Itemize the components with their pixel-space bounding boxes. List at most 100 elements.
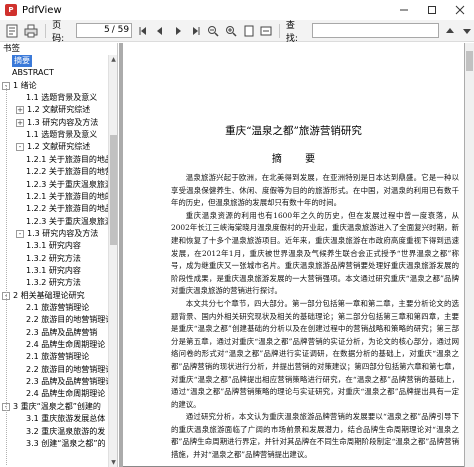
bookmark-item[interactable]: 1.2.2 关于旅游目的地品牌 (0, 203, 108, 215)
bookmark-item[interactable]: 1.2.1 关于旅游目的地的 (0, 191, 108, 203)
pdf-page: 重庆“温泉之都”旅游营销研究 摘 要 温泉旅游兴起于欧洲，在北美得到发展，在亚洲… (123, 43, 464, 467)
collapse-icon[interactable]: - (16, 143, 24, 152)
bookmark-item[interactable]: 1.2.3 关于重庆温泉旅游营 (0, 216, 108, 228)
prev-page-icon[interactable] (154, 24, 168, 38)
bookmark-label: 3.1 重庆旅游发展总体 (26, 414, 106, 424)
bookmark-item[interactable]: 3.2 重庆温泉旅游的发 (0, 426, 105, 438)
scrollbar-thumb[interactable] (110, 135, 117, 245)
first-page-icon[interactable] (136, 24, 150, 38)
search-up-icon[interactable] (443, 24, 457, 38)
document-scrollbar[interactable] (465, 43, 474, 467)
bookmark-label: 2.3 品牌及品牌营销 (26, 327, 98, 337)
bookmark-icon[interactable] (4, 23, 20, 39)
bookmark-label: 2 相关基础理论研究 (13, 290, 85, 300)
expand-icon[interactable]: + (16, 106, 24, 115)
bookmark-label: 1.2.3 关于重庆温泉旅游营 (26, 216, 108, 226)
bookmark-item[interactable]: 1.3.1 研究内容 (0, 240, 81, 252)
bookmark-label: 1.2.2 关于旅游目的地营 (26, 167, 108, 177)
bookmark-item[interactable]: 2.1 旅游营销理论 (0, 302, 89, 314)
bookmark-label: 1.3 研究内容及方法 (27, 117, 99, 127)
bookmark-item[interactable]: -3 重庆“温泉之都”创建的 (0, 401, 101, 413)
toolbar-separator (45, 23, 47, 38)
bookmark-item[interactable]: 1.1 选题背景及意义 (0, 92, 97, 104)
bookmark-item[interactable]: 2.2 旅游目的地营销理论 (0, 364, 108, 376)
bookmark-label: 1.2.2 关于旅游目的地品牌 (26, 204, 108, 214)
bookmark-label: 1 绪论 (13, 80, 37, 90)
window-controls (390, 0, 474, 20)
abstract-paragraph: 本文共分七个章节，四大部分。第一部分包括第一章和第二章，主要分析论文的选题背景、… (171, 298, 459, 409)
bookmark-item[interactable]: 摘要 (0, 55, 32, 67)
bookmark-item[interactable]: 2.3 品牌及品牌营销理论 (0, 376, 108, 388)
zoom-in-icon[interactable] (224, 24, 238, 38)
abstract-body: 温泉旅游兴起于欧洲，在北美得到发展，在亚洲特别是日本达到鼎盛。它是一种以享受温泉… (171, 172, 459, 462)
bookmark-item[interactable]: ABSTRACT (0, 67, 54, 79)
bookmark-pane-header: 书签 (3, 44, 21, 54)
bookmark-label: 1.2 文献研究综述 (27, 142, 91, 152)
bookmark-item[interactable]: -1.2 文献研究综述 (0, 141, 90, 153)
toolbar: 页码: 5 / 59 查找: (0, 20, 474, 44)
next-page-icon[interactable] (171, 24, 185, 38)
bookmark-item[interactable]: 1.3.2 研究方法 (0, 253, 81, 265)
bookmark-label: 1.2.1 关于旅游目的地品 (26, 154, 108, 164)
bookmark-label: 2.2 旅游目的地营销理论 (26, 315, 108, 325)
bookmark-item[interactable]: -1.3 研究内容及方法 (0, 228, 98, 240)
bookmark-label: 1.2 文献研究综述 (27, 105, 91, 115)
document-pane: 重庆“温泉之都”旅游营销研究 摘 要 温泉旅游兴起于欧洲，在北美得到发展，在亚洲… (119, 43, 474, 467)
bookmark-label: 2.2 旅游目的地营销理论 (26, 364, 108, 374)
bookmark-item[interactable]: 1.2.1 关于旅游目的地品 (0, 154, 108, 166)
scroll-down-icon[interactable]: ▼ (109, 458, 118, 467)
bookmark-label: 2.1 旅游营销理论 (26, 352, 90, 362)
scrollbar-thumb[interactable] (466, 51, 473, 71)
bookmark-label: 1.3.2 研究方法 (26, 253, 81, 263)
abstract-paragraph: 温泉旅游兴起于欧洲，在北美得到发展，在亚洲特别是日本达到鼎盛。它是一种以享受温泉… (171, 173, 459, 208)
bookmark-item[interactable]: 3.1 重庆旅游发展总体 (0, 413, 105, 425)
bookmark-item[interactable]: 2.1 旅游营销理论 (0, 351, 89, 363)
page-label: 页码: (52, 20, 65, 44)
minimize-icon[interactable] (390, 0, 418, 20)
page-total: / 59 (111, 25, 130, 35)
bookmark-item[interactable]: +1.2 文献研究综述 (0, 104, 90, 116)
bookmark-tree: 摘要 ABSTRACT -1 绪论 1.1 选题背景及意义 +1.2 文献研究综述 +1.… (0, 55, 108, 467)
abstract-paragraph: 重庆温泉资源的利用也有1600年之久的历史，但在发展过程中曾一度衰落，从2002… (171, 210, 459, 296)
bookmark-item[interactable]: 1.1 选题背景及意义 (0, 129, 97, 141)
bookmark-item[interactable]: 3.3 创建“温泉之都”的 (0, 438, 106, 450)
scroll-up-icon[interactable]: ▲ (109, 55, 118, 64)
collapse-icon[interactable]: - (16, 229, 24, 238)
bookmark-scrollbar[interactable]: ▲ ▼ (108, 55, 117, 467)
bookmark-label: ABSTRACT (12, 68, 54, 78)
close-icon[interactable] (446, 0, 474, 20)
bookmark-label: 2.3 品牌及品牌营销理论 (26, 377, 108, 387)
last-page-icon[interactable] (189, 24, 203, 38)
bookmark-item[interactable]: 2.2 旅游目的地营销理论 (0, 314, 108, 326)
page-number-input[interactable]: 5 / 59 (75, 23, 133, 38)
bookmark-label: 3.2 重庆温泉旅游的发 (26, 426, 106, 436)
bookmark-item[interactable]: 1.2.2 关于旅游目的地营 (0, 166, 108, 178)
print-icon[interactable] (24, 23, 40, 39)
bookmark-pane: 书签 摘要 ABSTRACT -1 绪论 1.1 选题背景及意义 +1.2 文献研究综述… (0, 43, 118, 467)
expand-icon[interactable]: + (16, 118, 24, 127)
abstract-paragraph: 通过研究分析，本文认为重庆温泉旅游品牌营销的发展要以“温泉之都”品牌引导下的重庆… (171, 412, 459, 460)
bookmark-label: 1.3.2 研究方法 (26, 278, 81, 288)
bookmark-item[interactable]: 2.4 品牌生命周期理论 (0, 339, 105, 351)
zoom-out-icon[interactable] (207, 24, 221, 38)
bookmark-label: 1.3.1 研究内容 (26, 241, 81, 251)
search-input[interactable] (312, 23, 439, 38)
search-down-icon[interactable] (460, 24, 474, 38)
toolbar-separator (278, 23, 280, 38)
document-title: 重庆“温泉之都”旅游营销研究 (225, 125, 362, 137)
fit-page-icon[interactable] (242, 24, 256, 38)
bookmark-item[interactable]: +1.3 研究内容及方法 (0, 117, 98, 129)
fit-width-icon[interactable] (259, 24, 273, 38)
bookmark-item[interactable]: 1.2.3 关于重庆温泉旅游 (0, 179, 108, 191)
maximize-icon[interactable] (418, 0, 446, 20)
bookmark-label: 1.2.3 关于重庆温泉旅游 (26, 179, 108, 189)
bookmark-label: 3 重庆“温泉之都”创建的 (13, 401, 101, 411)
bookmark-item[interactable]: 1.3.1 研究内容 (0, 265, 81, 277)
bookmark-label: 2.4 品牌生命周期理论 (26, 389, 106, 399)
bookmark-item[interactable]: -2 相关基础理论研究 (0, 290, 85, 302)
bookmark-label: 1.1 选题背景及意义 (26, 130, 98, 140)
bookmark-label: 1.3 研究内容及方法 (27, 228, 99, 238)
bookmark-item[interactable]: 1.3.2 研究方法 (0, 277, 81, 289)
bookmark-item[interactable]: 2.4 品牌生命周期理论 (0, 388, 105, 400)
bookmark-item[interactable]: 2.3 品牌及品牌营销 (0, 327, 97, 339)
